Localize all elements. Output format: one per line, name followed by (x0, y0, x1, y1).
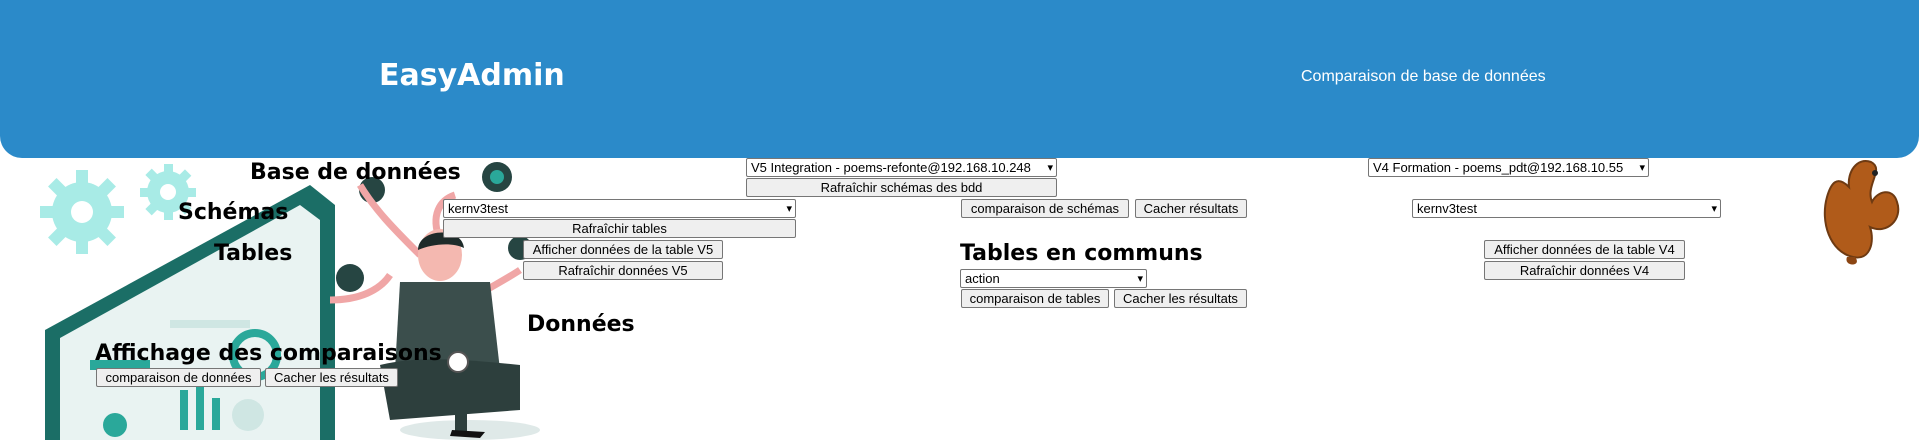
hide-schema-results-button[interactable]: Cacher résultats (1135, 199, 1247, 218)
schemas-label: Schémas (178, 200, 289, 225)
show-v5-table-data-button[interactable]: Afficher données de la table V5 (523, 240, 723, 259)
compare-schemas-button[interactable]: comparaison de schémas (961, 199, 1129, 218)
tables-label: Tables (214, 241, 293, 266)
compare-data-button[interactable]: comparaison de données (96, 368, 261, 387)
v4-database-select[interactable]: V4 Formation - poems_pdt@192.168.10.55 ▾ (1368, 158, 1649, 177)
common-table-select[interactable]: action ▾ (960, 269, 1147, 288)
refresh-v4-data-button[interactable]: Rafraîchir données V4 (1484, 261, 1685, 280)
gear-icon (40, 170, 124, 254)
header-bar (0, 0, 1919, 158)
chevron-down-icon: ▾ (1639, 162, 1645, 174)
common-tables-label: Tables en communs (960, 241, 1203, 266)
v5-schema-select[interactable]: kernv3test ▾ (443, 199, 796, 218)
v5-database-select[interactable]: V5 Integration - poems-refonte@192.168.1… (746, 158, 1057, 177)
chevron-down-icon: ▾ (786, 203, 792, 215)
v5-database-value: V5 Integration - poems-refonte@192.168.1… (751, 160, 1031, 175)
common-table-value: action (965, 271, 1000, 286)
v4-schema-value: kernv3test (1417, 201, 1477, 216)
hide-data-results-button[interactable]: Cacher les résultats (265, 368, 398, 387)
page-subtitle: Comparaison de base de données (1301, 68, 1546, 85)
compare-tables-button[interactable]: comparaison de tables (961, 289, 1109, 308)
v4-schema-select[interactable]: kernv3test ▾ (1412, 199, 1721, 218)
comparisons-display-label: Affichage des comparaisons (95, 341, 442, 366)
mascot-logo (1823, 160, 1900, 265)
refresh-schemas-button[interactable]: Rafraîchir schémas des bdd (746, 178, 1057, 197)
show-v4-table-data-button[interactable]: Afficher données de la table V4 (1484, 240, 1685, 259)
database-label: Base de données (250, 160, 461, 185)
hide-table-results-button[interactable]: Cacher les résultats (1114, 289, 1247, 308)
chevron-down-icon: ▾ (1137, 273, 1143, 285)
chevron-down-icon: ▾ (1711, 203, 1717, 215)
chevron-down-icon: ▾ (1047, 162, 1053, 174)
refresh-v5-data-button[interactable]: Rafraîchir données V5 (523, 261, 723, 280)
refresh-tables-button[interactable]: Rafraîchir tables (443, 219, 796, 238)
brand-title: EasyAdmin (379, 58, 565, 93)
v5-schema-value: kernv3test (448, 201, 508, 216)
v4-database-value: V4 Formation - poems_pdt@192.168.10.55 (1373, 160, 1624, 175)
data-label: Données (527, 312, 635, 337)
